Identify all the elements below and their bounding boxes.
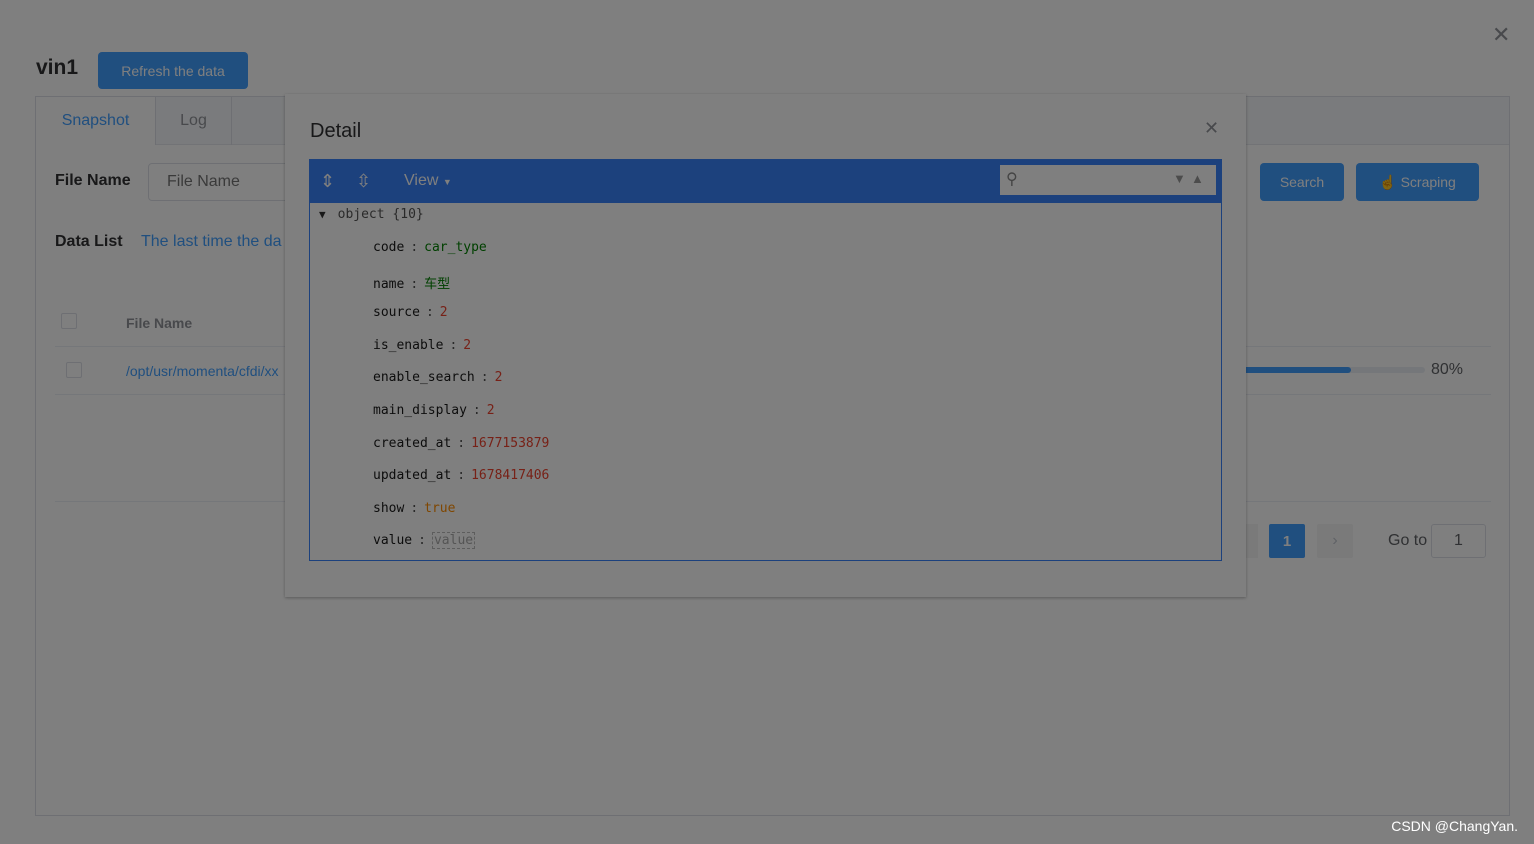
colon-separator: : <box>457 468 466 484</box>
json-field-row[interactable]: updated_at:1678417406 <box>373 468 549 483</box>
tab-log[interactable]: Log <box>156 97 232 145</box>
json-field-row[interactable]: value: value <box>373 532 476 550</box>
field-value[interactable]: 1677153879 <box>471 436 549 451</box>
column-file-name: File Name <box>126 315 193 331</box>
field-value[interactable]: 2 <box>463 338 471 353</box>
refresh-data-button[interactable]: Refresh the data <box>98 52 248 89</box>
field-key[interactable]: show <box>373 501 404 516</box>
field-key[interactable]: created_at <box>373 436 451 451</box>
field-value[interactable]: value <box>431 532 476 550</box>
json-search-box[interactable]: ⚲ ▼ ▲ <box>1000 165 1216 195</box>
file-name-label: File Name <box>55 172 131 189</box>
data-list-label: Data List <box>55 233 123 250</box>
scraping-label: Scraping <box>1400 174 1456 190</box>
json-field-row[interactable]: code: car_type <box>373 240 487 255</box>
field-key[interactable]: is_enable <box>373 338 443 353</box>
field-key[interactable]: code <box>373 240 404 255</box>
chevron-right-icon: › <box>1332 532 1338 549</box>
field-key[interactable]: name <box>373 277 404 292</box>
expand-all-icon[interactable]: ⇕ <box>320 169 335 193</box>
view-mode-dropdown[interactable]: View ▼ <box>404 172 452 190</box>
select-all-checkbox[interactable] <box>61 313 77 329</box>
file-name-link[interactable]: /opt/usr/momenta/cfdi/xx <box>126 363 279 379</box>
colon-separator: : <box>418 533 426 549</box>
caret-down-icon: ▼ <box>442 177 452 187</box>
json-root-node[interactable]: ▼ object {10} <box>319 207 424 222</box>
field-key[interactable]: updated_at <box>373 468 451 483</box>
json-editor: ⇕ ⇳ View ▼ ⚲ ▼ ▲ ▼ object {10} code: car_t… <box>309 159 1222 561</box>
colon-separator: : <box>425 305 434 321</box>
colon-separator: : <box>410 500 419 516</box>
root-label: object {10} <box>337 207 424 222</box>
collapse-triangle-icon[interactable]: ▼ <box>319 208 326 221</box>
json-field-row[interactable]: enable_search:2 <box>373 370 502 385</box>
tab-snapshot[interactable]: Snapshot <box>36 97 156 145</box>
pointer-hand-icon: ☝ <box>1379 173 1397 190</box>
search-icon: ⚲ <box>1006 171 1018 188</box>
field-value[interactable]: 1678417406 <box>471 468 549 483</box>
search-previous-icon[interactable]: ▲ <box>1191 171 1204 186</box>
colon-separator: : <box>410 276 419 292</box>
progress-label: 80% <box>1431 361 1464 378</box>
view-label: View <box>404 172 439 189</box>
field-key[interactable]: main_display <box>373 403 467 418</box>
colon-separator: : <box>457 435 466 451</box>
json-editor-menu: ⇕ ⇳ View ▼ ⚲ ▼ ▲ <box>310 160 1221 203</box>
collapse-all-icon[interactable]: ⇳ <box>356 169 371 193</box>
json-field-row[interactable]: show: true <box>373 501 455 516</box>
colon-separator: : <box>410 240 419 255</box>
json-field-row[interactable]: source:2 <box>373 305 448 320</box>
dialog-close-icon[interactable]: ✕ <box>1204 118 1219 139</box>
search-next-icon[interactable]: ▼ <box>1173 171 1186 186</box>
field-value[interactable]: true <box>424 501 455 516</box>
watermark: CSDN @ChangYan. <box>1391 818 1518 834</box>
page-title: vin1 <box>36 56 79 79</box>
colon-separator: : <box>480 370 489 386</box>
field-value[interactable]: car_type <box>424 240 487 255</box>
next-page-button[interactable]: › <box>1317 524 1353 558</box>
dialog-title: Detail <box>310 120 362 142</box>
json-field-row[interactable]: name: 车型 <box>373 273 450 292</box>
json-field-row[interactable]: is_enable:2 <box>373 338 471 353</box>
json-field-row[interactable]: main_display:2 <box>373 403 495 418</box>
search-button[interactable]: Search <box>1260 163 1344 201</box>
detail-dialog: Detail ✕ ⇕ ⇳ View ▼ ⚲ ▼ ▲ ▼ object {10} c… <box>285 94 1246 597</box>
field-value[interactable]: 2 <box>495 370 503 385</box>
field-value[interactable]: 2 <box>440 305 448 320</box>
drawer-close-icon[interactable]: ✕ <box>1492 22 1510 48</box>
json-field-row[interactable]: created_at:1677153879 <box>373 436 549 451</box>
last-update-text: The last time the da <box>141 233 282 250</box>
goto-label: Go to <box>1388 532 1428 549</box>
field-key[interactable]: value <box>373 533 412 548</box>
colon-separator: : <box>472 403 481 418</box>
field-key[interactable]: source <box>373 305 420 320</box>
scraping-button[interactable]: ☝ Scraping <box>1356 163 1479 201</box>
row-checkbox[interactable] <box>66 362 82 378</box>
page-1-button[interactable]: 1 <box>1269 524 1305 558</box>
field-value[interactable]: 2 <box>487 403 495 418</box>
field-key[interactable]: enable_search <box>373 370 475 385</box>
goto-input[interactable]: 1 <box>1431 524 1486 558</box>
field-value[interactable]: 车型 <box>424 277 450 292</box>
colon-separator: : <box>449 337 458 353</box>
